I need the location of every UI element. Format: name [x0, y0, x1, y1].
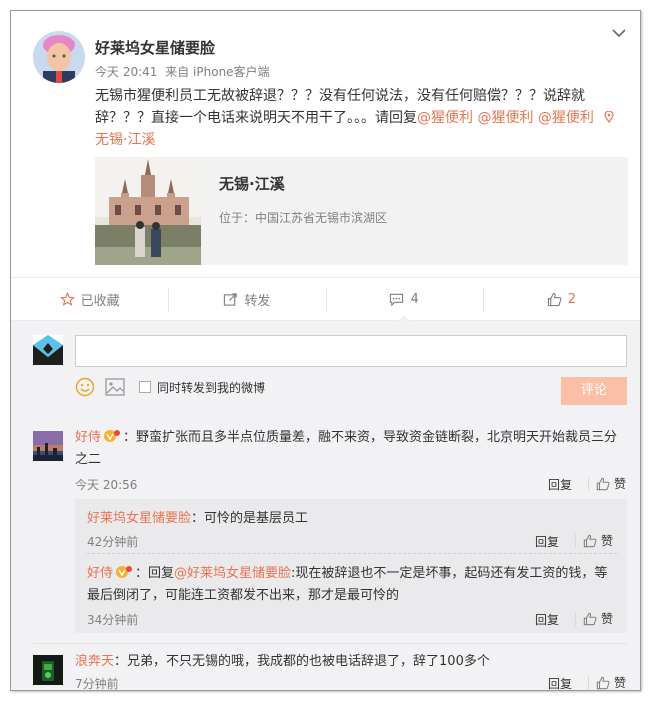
comment-time: 今天 20:56 — [75, 478, 138, 492]
comment-text: 浪奔天：兄弟，不只无锡的哦，我成都的也被电话辞退了，辞了100多个 — [75, 654, 490, 669]
post-meta: 今天 20:41 来自 iPhone客户端 — [95, 63, 274, 80]
commenter-name[interactable]: 浪奔天 — [75, 654, 114, 669]
thumbs-up-icon — [596, 477, 610, 490]
location-card-address: 位于：中国江苏省无锡市滨湖区 — [219, 211, 388, 225]
reply-button[interactable]: 回复 — [535, 611, 559, 628]
reply-button[interactable]: 回复 — [548, 476, 572, 493]
thumbs-up-icon — [583, 534, 597, 547]
comment-time: 7分钟前 — [75, 677, 119, 691]
commenter-name[interactable]: 好莱坞女星储要脸 — [87, 511, 191, 526]
mention-link[interactable]: @好莱坞女星储要脸 — [174, 566, 291, 581]
post-text: 无锡市猩便利员工无故被辞退？？？没有任何说法，没有任何赔偿？？？说辞就辞？？？直… — [95, 85, 630, 151]
thumbs-up-icon — [547, 292, 562, 306]
reply-like-button[interactable]: 赞 — [583, 532, 613, 549]
mention-link[interactable]: @猩便利 — [417, 110, 473, 126]
reply-text: 好莱坞女星储要脸：可怜的是基层员工 — [87, 511, 309, 526]
divider — [33, 643, 627, 644]
weibo-post-card: 好莱坞女星储要脸 今天 20:41 来自 iPhone客户端 无锡市猩便利员工无… — [10, 10, 641, 691]
divider — [575, 612, 576, 626]
comment-like-button[interactable]: 赞 — [596, 475, 626, 492]
emoji-icon[interactable] — [75, 377, 95, 397]
reply-text: 好侍 ：回复@好莱坞女星储要脸:现在被辞退也不一定是坏事，起码还有发工资的钱，等最… — [87, 566, 608, 603]
favorite-label: 已收藏 — [80, 293, 120, 309]
comment-content: 兄弟，不只无锡的哦，我成都的也被电话辞退了，辞了100多个 — [127, 654, 490, 669]
like-count: 2 — [567, 291, 577, 307]
vip-badge-icon — [116, 566, 133, 578]
reply-button[interactable]: 回复 — [535, 533, 559, 550]
location-photo — [95, 157, 201, 265]
commenter-name[interactable]: 好侍 — [87, 566, 113, 581]
comment-like-button[interactable]: 赞 — [596, 674, 626, 690]
favorite-button[interactable]: 已收藏 — [11, 278, 168, 320]
comment-icon — [390, 293, 404, 306]
comment-text: 好侍 ：野蛮扩张而且多半点位质量差，融不来资，导致资金链断裂，北京明天开始裁员三分… — [75, 430, 618, 467]
submit-comment-button[interactable]: 评论 — [561, 377, 627, 405]
mention-link[interactable]: @猩便利 — [538, 110, 594, 126]
vip-badge-icon — [104, 430, 121, 442]
thumbs-up-icon — [583, 612, 597, 625]
reply-time: 42分钟前 — [87, 535, 139, 549]
divider — [588, 477, 589, 491]
image-icon[interactable] — [105, 378, 125, 396]
repost-label: 转发 — [244, 293, 271, 309]
divider — [87, 553, 617, 554]
reply-content: 可怜的是基层员工 — [204, 511, 309, 526]
reply-thread: 好莱坞女星储要脸：可怜的是基层员工 42分钟前 回复 赞 好侍 ：回复@好莱坞女星… — [75, 499, 627, 633]
reply-time: 34分钟前 — [87, 613, 139, 627]
author-name[interactable]: 好莱坞女星储要脸 — [95, 37, 215, 58]
like-button[interactable]: 2 — [482, 278, 640, 320]
composer-tools: 同时转发到我的微博 — [75, 377, 265, 397]
comment-content: 野蛮扩张而且多半点位质量差，融不来资，导致资金链断裂，北京明天开始裁员三分之二 — [75, 430, 618, 467]
thumbs-up-icon — [596, 676, 610, 689]
author-avatar[interactable] — [33, 31, 85, 83]
forward-checkbox[interactable] — [139, 381, 151, 393]
commenter-name[interactable]: 好侍 — [75, 430, 101, 445]
star-icon — [59, 291, 75, 306]
post-source: 来自 iPhone客户端 — [165, 65, 270, 79]
location-card[interactable]: 无锡·江溪 位于：中国江苏省无锡市滨湖区 — [95, 157, 628, 265]
comment-section: 同时转发到我的微博 评论 好侍 ：野蛮扩张而且多半点位质量差，融不来资，导致资金链… — [11, 321, 640, 691]
post-time[interactable]: 今天 20:41 — [95, 65, 157, 79]
mention-link[interactable]: @猩便利 — [477, 110, 533, 126]
commenter-avatar[interactable] — [33, 431, 63, 461]
share-icon — [224, 292, 238, 306]
comment-input[interactable] — [75, 335, 627, 367]
reply-like-button[interactable]: 赞 — [583, 610, 613, 627]
divider — [588, 676, 589, 690]
current-user-avatar[interactable] — [33, 335, 63, 365]
location-pin-icon — [604, 110, 614, 124]
reply-button[interactable]: 回复 — [548, 675, 572, 690]
location-card-title: 无锡·江溪 — [219, 175, 285, 193]
comment-button[interactable]: 4 — [325, 278, 483, 321]
action-bar: 已收藏 转发 4 2 — [11, 277, 640, 321]
repost-button[interactable]: 转发 — [168, 278, 325, 320]
divider — [575, 534, 576, 548]
commenter-avatar[interactable] — [33, 655, 63, 685]
chevron-down-icon[interactable] — [612, 27, 626, 42]
comment-count: 4 — [410, 291, 419, 307]
forward-label: 同时转发到我的微博 — [157, 380, 266, 395]
